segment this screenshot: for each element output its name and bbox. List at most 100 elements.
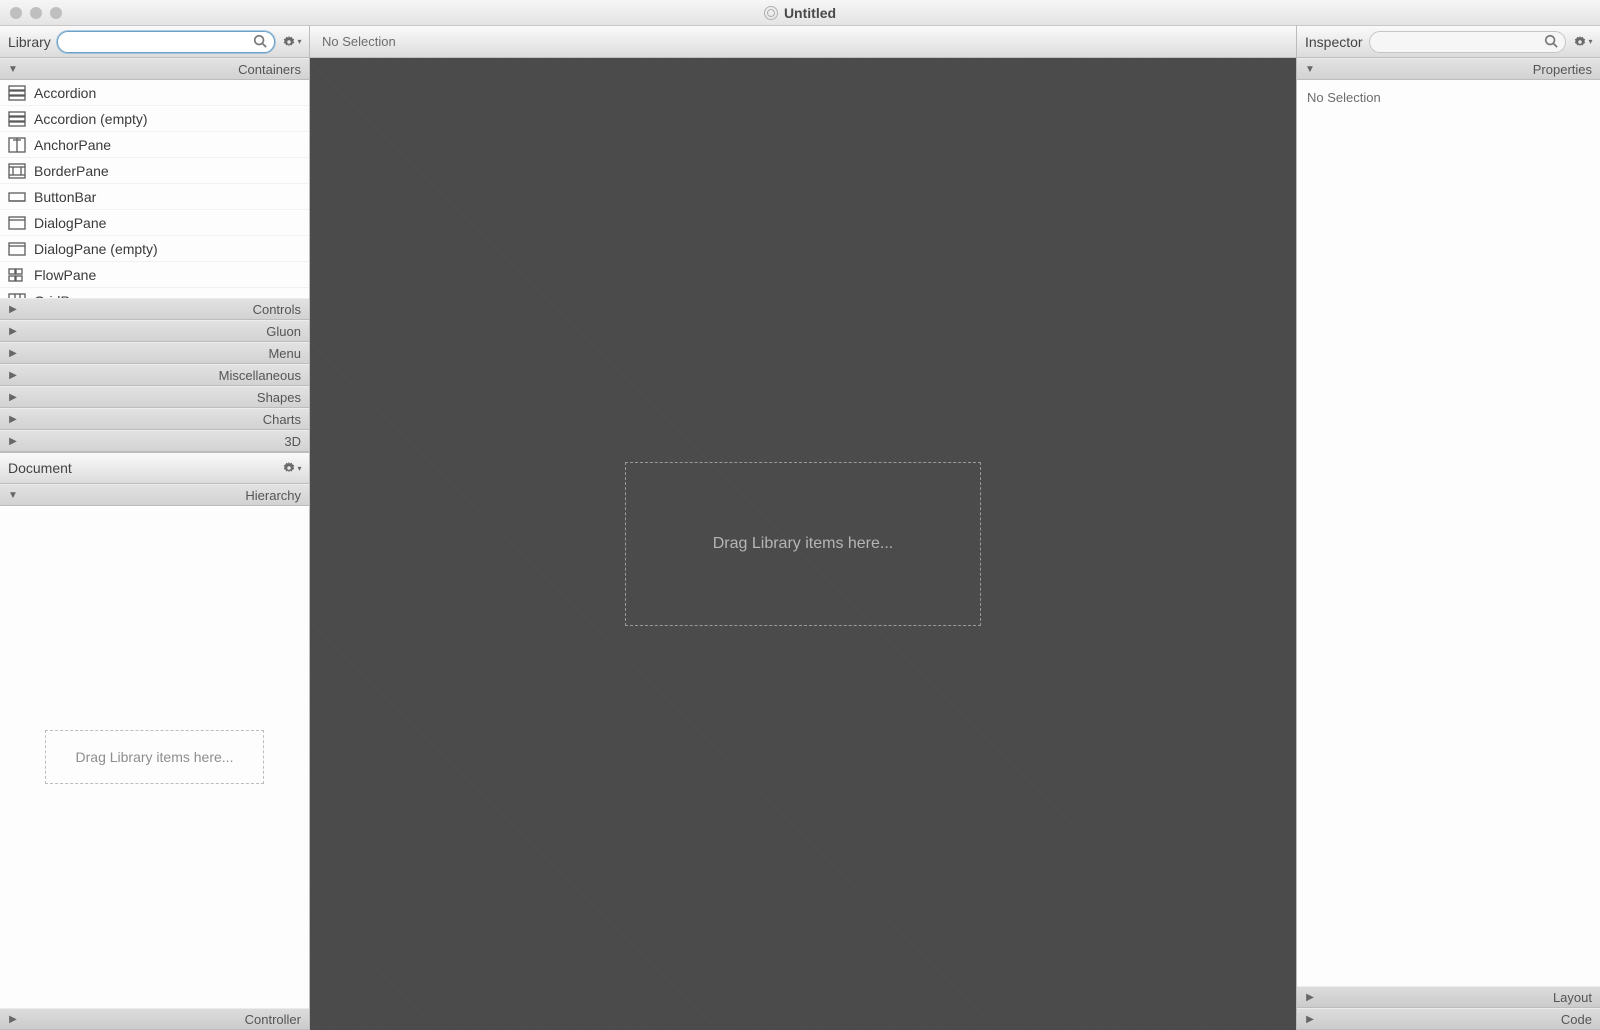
chevron-down-icon: ▾	[297, 37, 301, 46]
dialogpane-icon	[8, 241, 26, 257]
section-label: Menu	[22, 346, 301, 361]
section-label: Gluon	[22, 324, 301, 339]
section-label: Miscellaneous	[22, 368, 301, 383]
library-section-containers[interactable]: ▼ Containers	[0, 58, 309, 80]
disclosure-right-icon: ▶	[8, 326, 18, 337]
gear-icon	[1573, 35, 1587, 49]
library-item-label: ButtonBar	[34, 189, 96, 205]
library-item[interactable]: DialogPane (empty)	[0, 236, 309, 262]
library-section-controls[interactable]: ▶ Controls	[0, 298, 309, 320]
library-search-input[interactable]	[57, 31, 275, 53]
section-label: Hierarchy	[22, 488, 301, 503]
window-titlebar: Untitled	[0, 0, 1600, 26]
library-section-shapes[interactable]: ▶ Shapes	[0, 386, 309, 408]
selection-status-bar: No Selection	[310, 26, 1296, 58]
section-label: Containers	[22, 62, 301, 77]
anchorpane-icon	[8, 137, 26, 153]
disclosure-right-icon: ▶	[8, 392, 18, 403]
library-item[interactable]: FlowPane	[0, 262, 309, 288]
inspector-menu-button[interactable]: ▾	[1572, 31, 1594, 53]
window-title: Untitled	[784, 5, 836, 21]
zoom-window-button[interactable]	[50, 7, 62, 19]
design-canvas[interactable]: Drag Library items here...	[310, 58, 1296, 1030]
library-item-label: BorderPane	[34, 163, 109, 179]
inspector-section-properties[interactable]: ▼ Properties	[1297, 58, 1600, 80]
library-panel-header: Library ▾	[0, 26, 309, 58]
app-icon	[764, 6, 778, 20]
disclosure-right-icon: ▶	[1305, 992, 1315, 1003]
disclosure-right-icon: ▶	[8, 348, 18, 359]
inspector-title: Inspector	[1305, 34, 1363, 50]
document-section-controller[interactable]: ▶ Controller	[0, 1008, 309, 1030]
borderpane-icon	[8, 163, 26, 179]
canvas-drop-hint: Drag Library items here...	[713, 535, 894, 553]
accordion-icon	[8, 111, 26, 127]
library-item-label: Accordion	[34, 85, 96, 101]
accordion-icon	[8, 85, 26, 101]
inspector-section-code[interactable]: ▶ Code	[1297, 1008, 1600, 1030]
inspector-search-input[interactable]	[1369, 31, 1566, 53]
window-controls	[0, 7, 62, 19]
library-item-label: DialogPane (empty)	[34, 241, 158, 257]
section-label: Properties	[1319, 62, 1592, 77]
hierarchy-drop-zone[interactable]: Drag Library items here...	[0, 506, 309, 1008]
inspector-empty-text: No Selection	[1307, 90, 1381, 105]
minimize-window-button[interactable]	[30, 7, 42, 19]
search-icon	[253, 34, 267, 48]
library-item[interactable]: Accordion	[0, 80, 309, 106]
document-panel-header: Document ▾	[0, 452, 309, 484]
document-menu-button[interactable]: ▾	[281, 457, 303, 479]
section-label: Controller	[22, 1012, 301, 1027]
library-title: Library	[8, 34, 51, 50]
disclosure-right-icon: ▶	[8, 370, 18, 381]
library-item-label: GridPane	[34, 293, 93, 299]
flowpane-icon	[8, 267, 26, 283]
buttonbar-icon	[8, 189, 26, 205]
section-label: 3D	[22, 434, 301, 449]
library-containers-list: Accordion Accordion (empty) AnchorPane Bord…	[0, 80, 309, 298]
library-item[interactable]: ButtonBar	[0, 184, 309, 210]
document-section-hierarchy[interactable]: ▼ Hierarchy	[0, 484, 309, 506]
section-label: Controls	[22, 302, 301, 317]
disclosure-down-icon: ▼	[8, 64, 18, 75]
library-item-label: AnchorPane	[34, 137, 111, 153]
gear-icon	[282, 461, 296, 475]
library-item[interactable]: AnchorPane	[0, 132, 309, 158]
library-menu-button[interactable]: ▾	[281, 31, 303, 53]
disclosure-right-icon: ▶	[8, 414, 18, 425]
section-label: Charts	[22, 412, 301, 427]
gridpane-icon	[8, 293, 26, 299]
library-item[interactable]: BorderPane	[0, 158, 309, 184]
chevron-down-icon: ▾	[1588, 37, 1592, 46]
document-title: Document	[8, 460, 72, 476]
inspector-section-layout[interactable]: ▶ Layout	[1297, 986, 1600, 1008]
selection-status-text: No Selection	[322, 34, 396, 49]
library-section-charts[interactable]: ▶ Charts	[0, 408, 309, 430]
library-section-3d[interactable]: ▶ 3D	[0, 430, 309, 452]
section-label: Shapes	[22, 390, 301, 405]
section-label: Layout	[1319, 990, 1592, 1005]
disclosure-right-icon: ▶	[8, 304, 18, 315]
library-item-label: FlowPane	[34, 267, 96, 283]
library-section-miscellaneous[interactable]: ▶ Miscellaneous	[0, 364, 309, 386]
library-item[interactable]: GridPane	[0, 288, 309, 298]
disclosure-down-icon: ▼	[8, 490, 18, 501]
disclosure-right-icon: ▶	[1305, 1014, 1315, 1025]
close-window-button[interactable]	[10, 7, 22, 19]
chevron-down-icon: ▾	[297, 464, 301, 473]
library-item-label: Accordion (empty)	[34, 111, 148, 127]
library-item[interactable]: Accordion (empty)	[0, 106, 309, 132]
disclosure-right-icon: ▶	[8, 436, 18, 447]
disclosure-down-icon: ▼	[1305, 64, 1315, 75]
inspector-properties-body: No Selection	[1297, 80, 1600, 986]
library-item[interactable]: DialogPane	[0, 210, 309, 236]
library-item-label: DialogPane	[34, 215, 106, 231]
disclosure-right-icon: ▶	[8, 1014, 18, 1025]
search-icon	[1544, 34, 1558, 48]
library-section-menu[interactable]: ▶ Menu	[0, 342, 309, 364]
canvas-drop-target[interactable]: Drag Library items here...	[625, 462, 981, 626]
library-section-gluon[interactable]: ▶ Gluon	[0, 320, 309, 342]
inspector-panel-header: Inspector ▾	[1297, 26, 1600, 58]
gear-icon	[282, 35, 296, 49]
dialogpane-icon	[8, 215, 26, 231]
